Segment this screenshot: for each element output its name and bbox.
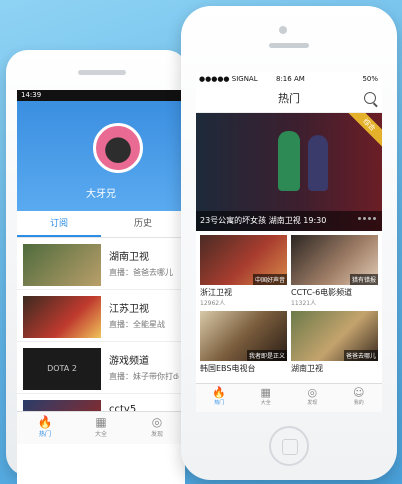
tab-label: 大全: [260, 400, 271, 406]
flame-icon: 🔥: [212, 386, 227, 399]
nav-label: 大全: [94, 431, 107, 438]
card-title: 湖南卫视: [291, 364, 323, 373]
list-item[interactable]: DOTA 2 游戏频道 直播：妹子带你打dota: [17, 342, 185, 394]
status-time: 8:16 AM: [276, 75, 305, 83]
camera-icon: [279, 26, 287, 34]
banner-caption: 23号公寓的坏女孩 湖南卫视 19:30: [196, 211, 382, 231]
channel-thumbnail: [23, 296, 101, 338]
tab-hot[interactable]: 🔥 热门: [196, 384, 243, 412]
list-item-subtitle: 直播：妹子带你打dota: [109, 372, 179, 381]
iphone-screen: ●●●●● SIGNAL 8:16 AM 50% 热门 综合 23号公寓的坏女孩…: [196, 72, 382, 412]
tab-profile[interactable]: ☺ 我的: [336, 384, 383, 412]
nav-discover[interactable]: ◎ 发现: [129, 412, 185, 444]
android-speaker: [78, 70, 126, 75]
card-thumbnail: 我者即是正义: [200, 311, 287, 361]
list-item-title: 湖南卫视: [109, 252, 149, 263]
compass-icon: ◎: [151, 415, 163, 429]
card-viewers: 11321人: [291, 300, 317, 307]
card-title: CCTC-6电影频道: [291, 288, 353, 297]
card-title: 浙江卫视: [200, 288, 232, 297]
card-thumbnail: 中国好声音: [200, 235, 287, 285]
category-ribbon: 综合: [342, 113, 382, 152]
card-tag: 中国好声音: [252, 274, 287, 285]
list-item-subtitle: 直播：爸爸去哪儿: [109, 268, 173, 277]
channel-card[interactable]: 猎有错报 CCTC-6电影频道 11321人: [291, 235, 378, 307]
flame-icon: 🔥: [37, 415, 53, 429]
card-tag: 猎有错报: [349, 274, 378, 285]
android-screen: 14:39 大牙兄 订阅 历史 湖南卫视 直播：爸爸去哪儿 江苏卫视 直播：全能…: [17, 90, 185, 484]
list-item[interactable]: 江苏卫视 直播：全能星战: [17, 290, 185, 342]
iphone: ●●●●● SIGNAL 8:16 AM 50% 热门 综合 23号公寓的坏女孩…: [181, 6, 397, 480]
list-item-subtitle: 直播：全能星战: [109, 320, 165, 329]
iphone-speaker: [269, 43, 309, 48]
nav-header: 热门: [196, 86, 382, 113]
channel-grid: 中国好声音 浙江卫视 12962人 猎有错报 CCTC-6电影频道 11321人…: [196, 231, 382, 378]
tab-label: 热门: [214, 400, 225, 406]
channel-card[interactable]: 爸爸去哪儿 湖南卫视: [291, 311, 378, 374]
channel-card[interactable]: 中国好声音 浙江卫视 12962人: [200, 235, 287, 307]
grid-icon: ▦: [95, 415, 107, 429]
search-icon[interactable]: [364, 92, 376, 104]
thumbnail-logo-text: DOTA 2: [47, 364, 77, 373]
banner-figure: [308, 135, 328, 191]
card-thumbnail: 猎有错报: [291, 235, 378, 285]
ios-status-bar: ●●●●● SIGNAL 8:16 AM 50%: [196, 72, 382, 86]
person-icon: ☺: [353, 386, 365, 399]
tab-label: 发现: [307, 400, 318, 406]
channel-thumbnail: DOTA 2: [23, 348, 101, 390]
android-phone: 14:39 大牙兄 订阅 历史 湖南卫视 直播：爸爸去哪儿 江苏卫视 直播：全能…: [6, 50, 188, 484]
battery-level: 50%: [362, 75, 378, 83]
nav-hot[interactable]: 🔥 热门: [17, 412, 73, 444]
ios-tab-bar: 🔥 热门 ▦ 大全 ◎ 发现 ☺ 我的: [196, 383, 382, 412]
username: 大牙兄: [86, 189, 116, 200]
grid-icon: ▦: [260, 386, 271, 399]
android-tabs: 订阅 历史: [17, 211, 185, 238]
nav-all[interactable]: ▦ 大全: [73, 412, 129, 444]
channel-thumbnail: [23, 244, 101, 286]
card-title: 韩国EBS电视台: [200, 364, 256, 373]
compass-icon: ◎: [307, 386, 318, 399]
nav-label: 热门: [38, 431, 51, 438]
home-button[interactable]: [269, 426, 309, 466]
list-item-title: 江苏卫视: [109, 304, 149, 315]
card-viewers: 12962人: [200, 300, 226, 307]
nav-label: 发现: [150, 431, 163, 438]
tab-all[interactable]: ▦ 大全: [243, 384, 290, 412]
card-thumbnail: 爸爸去哪儿: [291, 311, 378, 361]
android-status-bar: 14:39: [17, 90, 185, 101]
tab-label: 我的: [353, 400, 364, 406]
android-bottom-nav: 🔥 热门 ▦ 大全 ◎ 发现: [17, 411, 185, 444]
card-tag: 我者即是正义: [246, 350, 287, 361]
tab-subscriptions[interactable]: 订阅: [17, 211, 101, 237]
channel-card[interactable]: 我者即是正义 韩国EBS电视台: [200, 311, 287, 374]
profile-header: 大牙兄: [17, 101, 185, 211]
list-item[interactable]: 湖南卫视 直播：爸爸去哪儿: [17, 238, 185, 290]
list-item-title: 游戏频道: [109, 356, 149, 367]
carousel-dots[interactable]: [356, 205, 376, 224]
featured-banner[interactable]: 综合 23号公寓的坏女孩 湖南卫视 19:30: [196, 113, 382, 231]
carrier-signal: ●●●●● SIGNAL: [199, 75, 258, 83]
banner-figure: [278, 131, 300, 191]
tab-discover[interactable]: ◎ 发现: [289, 384, 336, 412]
avatar[interactable]: [93, 123, 143, 173]
page-title: 热门: [278, 92, 300, 105]
status-time: 14:39: [21, 91, 42, 99]
tab-history[interactable]: 历史: [101, 211, 185, 237]
card-tag: 爸爸去哪儿: [343, 350, 378, 361]
